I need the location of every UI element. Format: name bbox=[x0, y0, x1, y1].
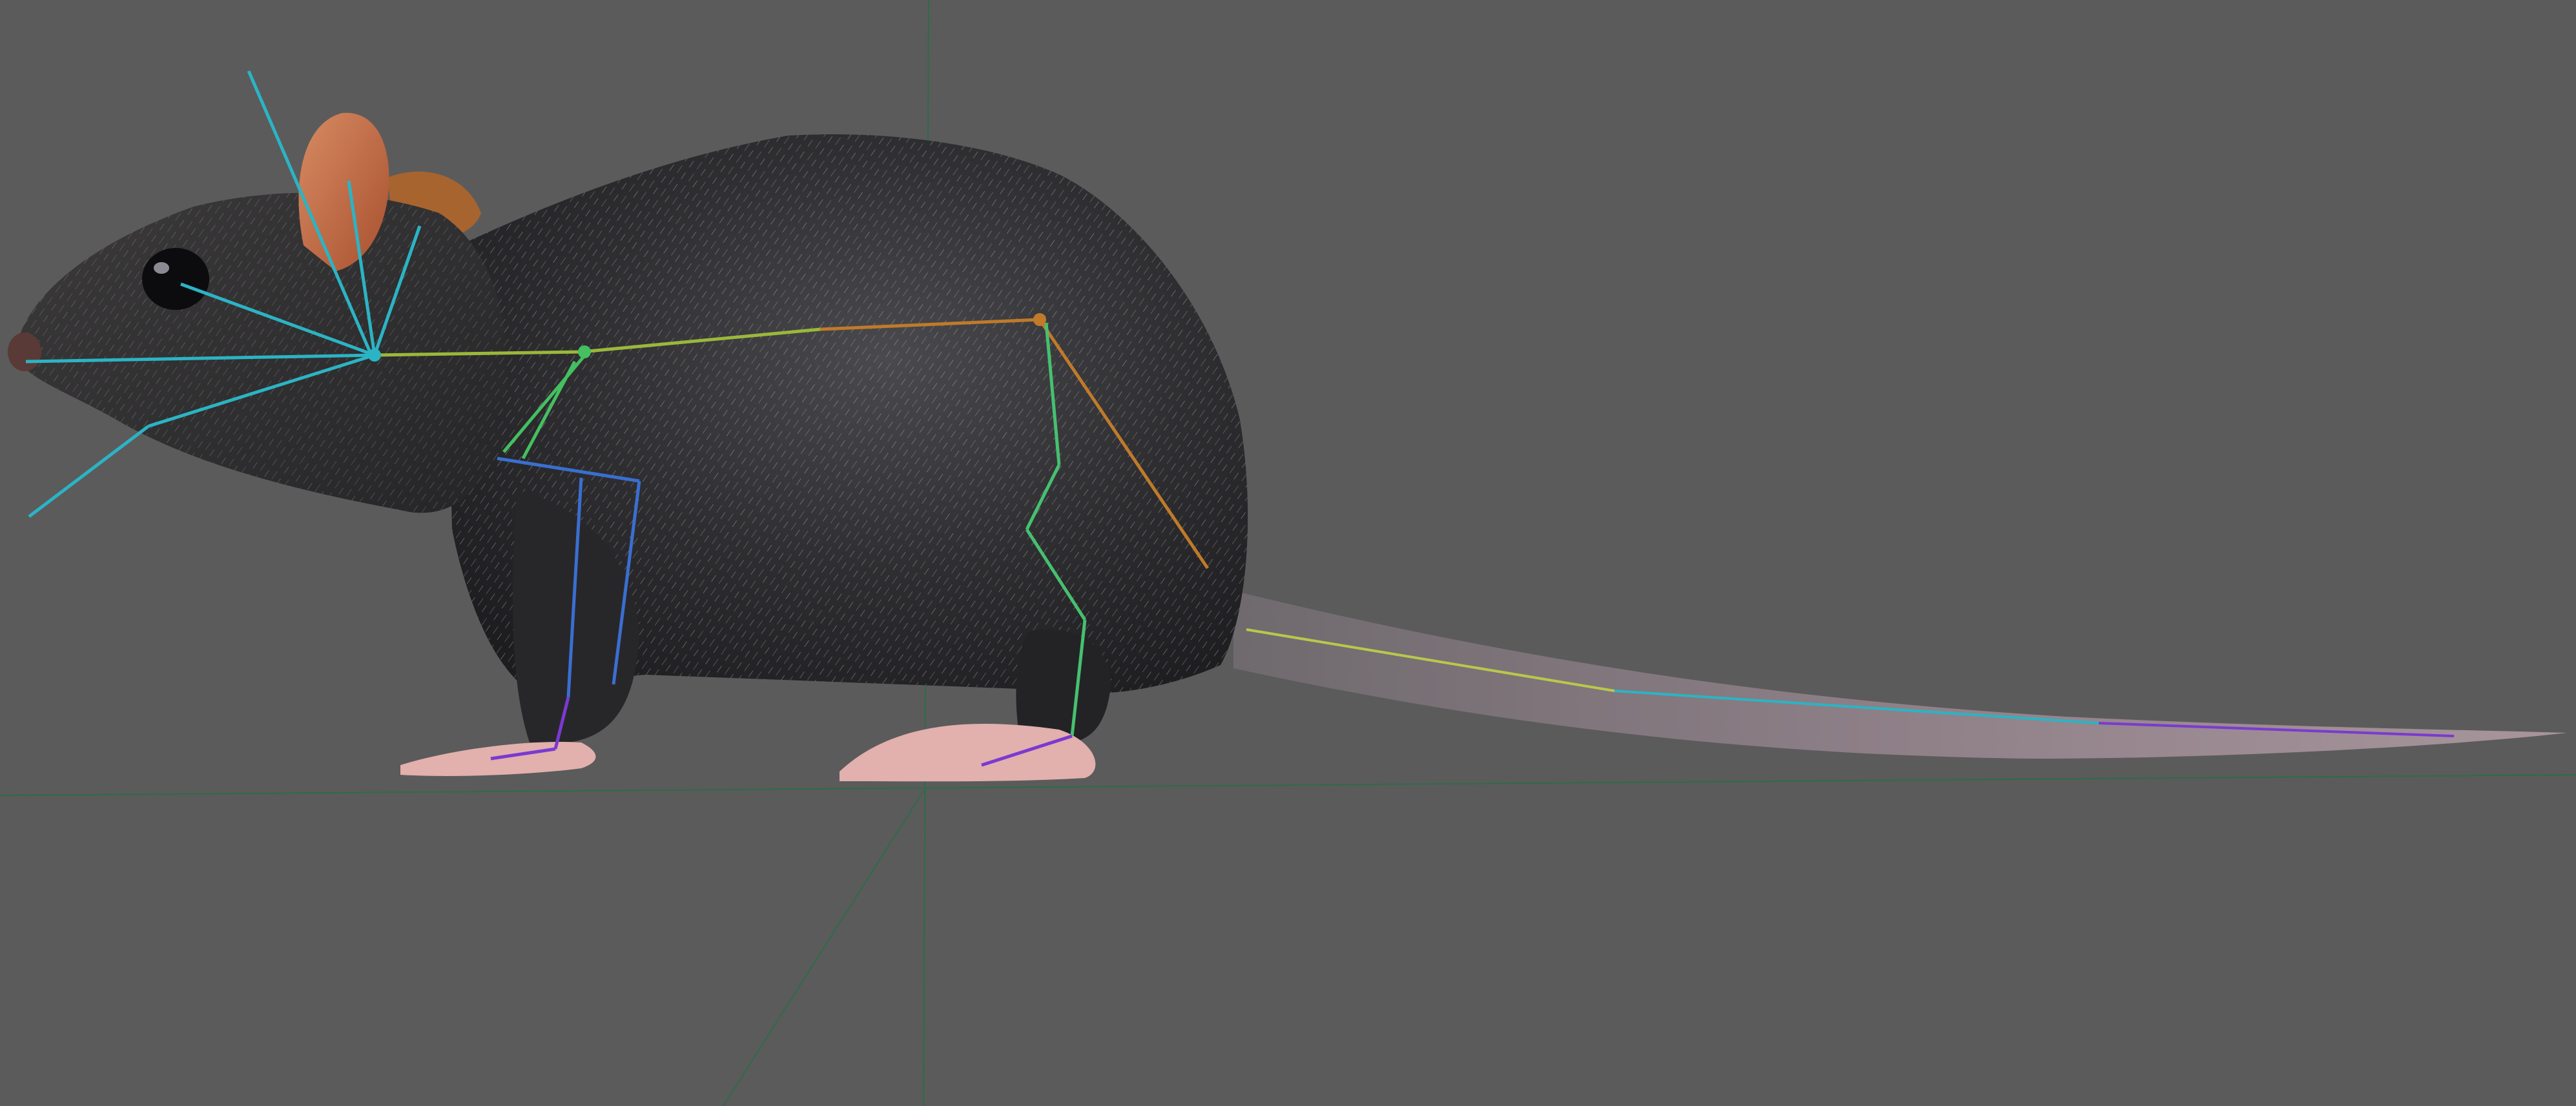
3d-viewport[interactable] bbox=[0, 0, 2576, 1106]
rat-eye[interactable] bbox=[142, 248, 209, 310]
skeleton-joint-head[interactable] bbox=[368, 349, 381, 362]
viewport-scene bbox=[0, 0, 2576, 1106]
skeleton-joint-hip[interactable] bbox=[1033, 313, 1046, 326]
rat-nose[interactable] bbox=[8, 333, 41, 371]
grid-axis-horizontal bbox=[0, 774, 2576, 796]
rat-hind-paw[interactable] bbox=[840, 724, 1096, 782]
skeleton-joint-neck[interactable] bbox=[578, 345, 591, 358]
grid-axis-depth bbox=[723, 790, 924, 1106]
rat-eye-highlight bbox=[154, 262, 169, 274]
